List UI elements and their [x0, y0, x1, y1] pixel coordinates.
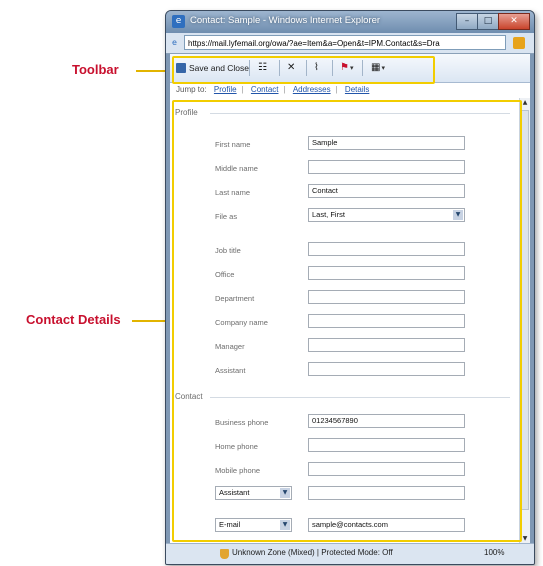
scroll-thumb[interactable]	[521, 110, 529, 510]
window-title: Contact: Sample - Windows Internet Explo…	[190, 15, 381, 26]
contact-details-callout: Contact Details	[26, 312, 121, 327]
page-icon: e	[172, 38, 177, 47]
toolbar-callout: Toolbar	[72, 62, 119, 77]
zoom-level[interactable]: 100%	[484, 548, 504, 557]
address-bar: e https://mail.lyfemail.org/owa/?ae=Item…	[166, 33, 534, 54]
jump-label: Jump to:	[176, 85, 207, 94]
status-bar: Unknown Zone (Mixed) | Protected Mode: O…	[166, 543, 534, 564]
url-field[interactable]: https://mail.lyfemail.org/owa/?ae=Item&a…	[184, 35, 506, 50]
window-controls: – □ ✕	[456, 13, 530, 30]
jump-link-addresses[interactable]: Addresses	[293, 85, 331, 94]
lock-icon[interactable]	[513, 37, 525, 49]
close-button[interactable]: ✕	[498, 13, 530, 30]
security-zone-icon	[220, 549, 229, 559]
maximize-button[interactable]: □	[477, 13, 499, 30]
title-bar: e Contact: Sample - Windows Internet Exp…	[166, 11, 534, 33]
jump-link-contact[interactable]: Contact	[251, 85, 279, 94]
toolbar-highlight	[172, 56, 435, 84]
jump-bar: Jump to: Profile | Contact | Addresses | De…	[170, 83, 530, 97]
jump-link-details[interactable]: Details	[345, 85, 369, 94]
security-zone-text[interactable]: Unknown Zone (Mixed) | Protected Mode: O…	[232, 548, 393, 557]
ie-icon: e	[172, 15, 185, 28]
contact-details-highlight	[172, 100, 522, 542]
jump-link-profile[interactable]: Profile	[214, 85, 237, 94]
minimize-button[interactable]: –	[456, 13, 478, 30]
